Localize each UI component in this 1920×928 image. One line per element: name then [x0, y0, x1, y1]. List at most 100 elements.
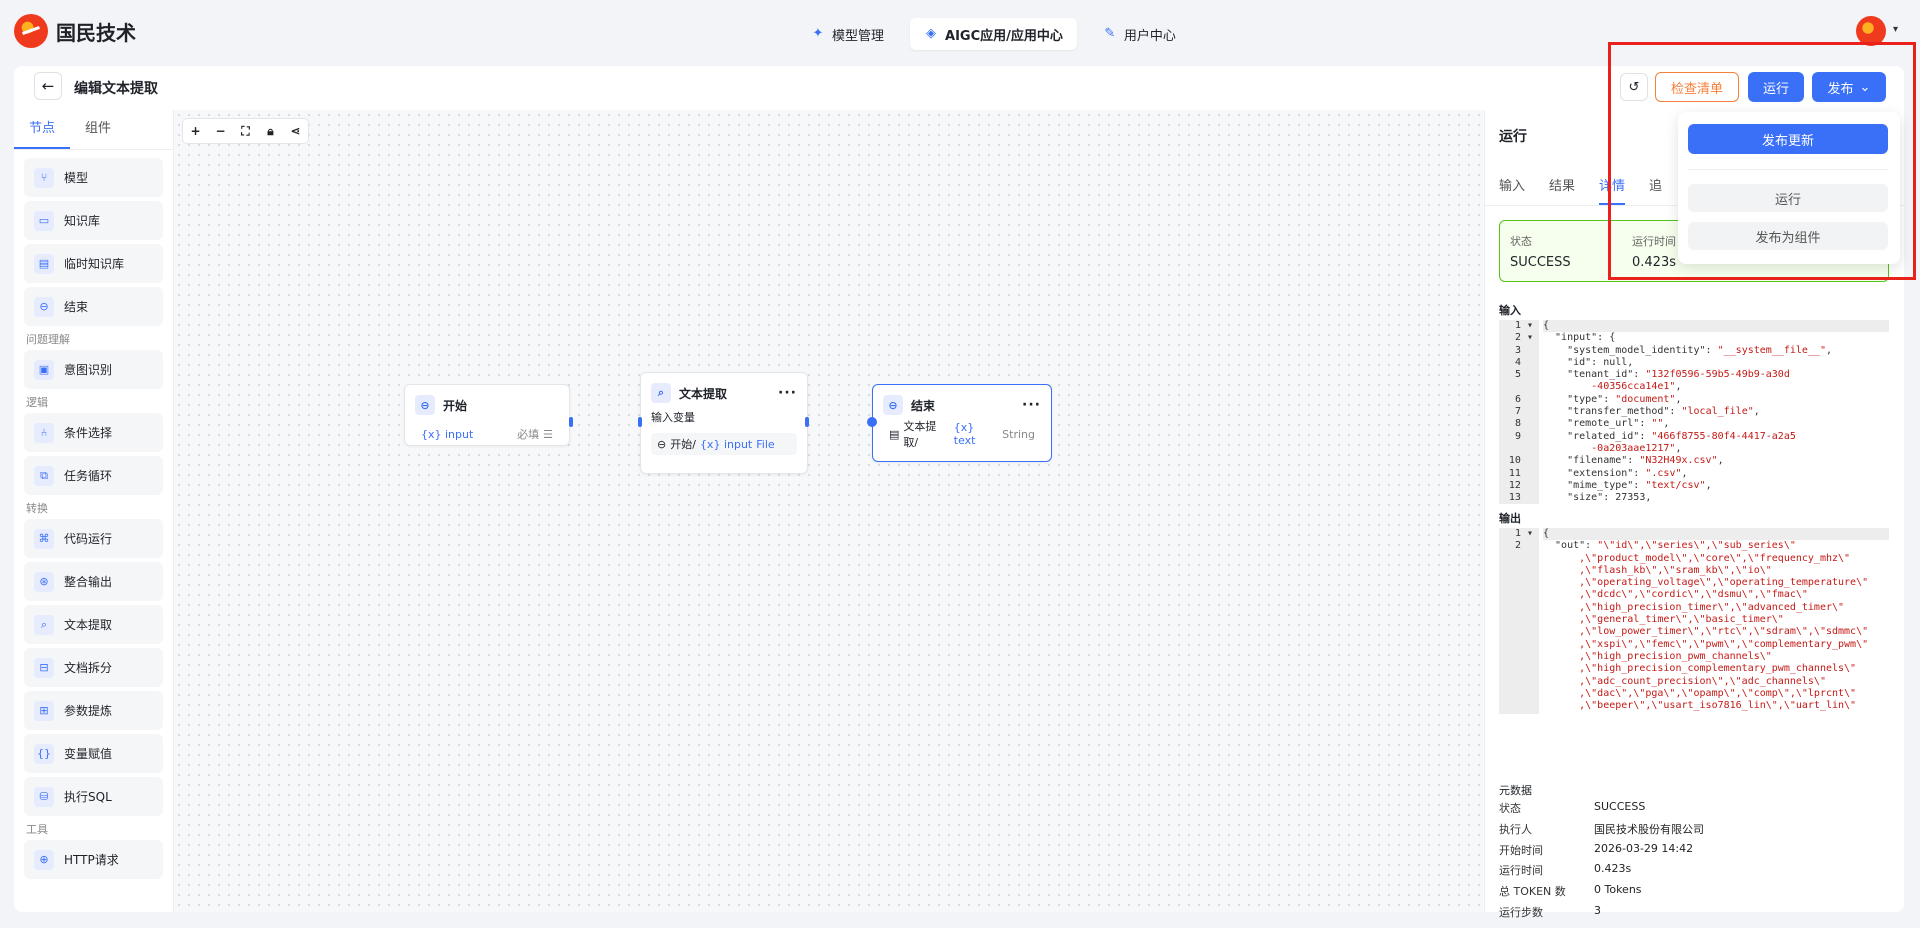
line-number — [1499, 626, 1533, 638]
list-icon: ☰ — [543, 427, 553, 441]
line-number — [1499, 663, 1533, 675]
input-port[interactable] — [867, 417, 877, 427]
code-line: "remote_url": "", — [1543, 418, 1670, 430]
code-line: { — [1543, 528, 1889, 541]
lock-icon[interactable]: 🔒︎ — [258, 119, 283, 143]
workflow-canvas[interactable]: + − ⛶ 🔒︎ ⋖ ⊖ 开始 {x} input 必填 ☰ ⌕ 文本提取 ··· 输… — [174, 110, 1484, 912]
zoom-in-icon[interactable]: + — [183, 119, 208, 143]
sidebar-item-param-extract[interactable]: ⊞ 参数提炼 — [24, 691, 163, 730]
line-number: 11 — [1508, 467, 1533, 479]
line-number — [1499, 577, 1533, 589]
document-search-icon: ⌕ — [34, 614, 54, 635]
group-label: 问题理解 — [26, 333, 70, 346]
sidebar-item-temp-knowledge[interactable]: ▤ 临时知识库 — [24, 244, 163, 283]
sidebar-item-model[interactable]: ⑂ 模型 — [24, 158, 163, 197]
input-json-viewer[interactable]: 1 ▾ 2 ▾ 3 4 5 6 7 8 9 10 11 12 13 { "input… — [1499, 320, 1889, 504]
line-number: 4 — [1514, 356, 1533, 368]
tab-input[interactable]: 输入 — [1499, 170, 1525, 205]
sidebar-item-loop[interactable]: ⧉ 任务循环 — [24, 456, 163, 495]
nav-tabs: ✦ 模型管理 ◈ AIGC应用/应用中心 ✎ 用户中心 — [797, 18, 1190, 50]
line-number — [1499, 639, 1533, 651]
code-line: -40356cca14e1", — [1543, 381, 1682, 393]
line-number — [1499, 602, 1533, 614]
meta-row: 总 TOKEN 数0 Tokens — [1499, 883, 1642, 899]
line-number: 2 — [1514, 540, 1533, 552]
sidebar-item-end[interactable]: ⊖ 结束 — [24, 287, 163, 326]
meta-row: 状态 SUCCESS — [1499, 800, 1646, 815]
nav-tab-aigc-apps[interactable]: ◈ AIGC应用/应用中心 — [910, 18, 1077, 50]
sidebar-item-http[interactable]: ⊕ HTTP请求 — [24, 840, 163, 879]
app-icon: ◈ — [926, 26, 937, 41]
more-icon[interactable]: ··· — [778, 385, 797, 401]
brand-logo[interactable]: 国民技术 — [14, 14, 136, 48]
temp-book-icon: ▤ — [34, 253, 54, 274]
code-line: "system_model_identity": "__system__file… — [1543, 344, 1833, 356]
code-line: ,\"flash_kb\",\"sram_kb\",\"io\" — [1543, 564, 1772, 576]
nav-tab-user-center[interactable]: ✎ 用户中心 — [1089, 18, 1190, 50]
line-number: 3 — [1514, 344, 1533, 356]
line-number — [1499, 565, 1533, 577]
code-line: ,\"xspi\",\"femc\",\"pwm\",\"complementa… — [1543, 638, 1869, 650]
tab-nodes[interactable]: 节点 — [14, 110, 70, 149]
canvas-toolbar: + − ⛶ 🔒︎ ⋖ — [182, 118, 309, 144]
tab-components[interactable]: 组件 — [70, 110, 126, 149]
nav-tab-models[interactable]: ✦ 模型管理 — [797, 18, 898, 50]
sidebar-item-sql[interactable]: ⛁ 执行SQL — [24, 777, 163, 816]
branch-icon: ⑃ — [34, 422, 54, 443]
merge-icon: ⊛ — [34, 571, 54, 592]
zoom-out-icon[interactable]: − — [208, 119, 233, 143]
line-number: 1 ▾ — [1514, 528, 1533, 539]
line-number: 13 — [1508, 492, 1533, 504]
meta-row: 运行步数 3 — [1499, 903, 1601, 919]
sidebar-item-text-extract[interactable]: ⌕ 文本提取 — [24, 605, 163, 644]
code-line: "extension": ".csv", — [1543, 467, 1688, 479]
fit-view-icon[interactable]: ⛶ — [233, 119, 258, 143]
code-line: ,\"operating_voltage\",\"operating_tempe… — [1543, 577, 1869, 589]
chevron-down-icon[interactable]: ▾ — [1893, 24, 1898, 35]
sidebar-item-condition[interactable]: ⑃ 条件选择 — [24, 413, 163, 452]
variable-icon: {} — [34, 743, 54, 764]
code-line: "id": null, — [1543, 356, 1634, 368]
more-icon[interactable]: ··· — [1022, 397, 1041, 413]
line-number — [1499, 676, 1533, 688]
line-number — [1499, 688, 1533, 700]
node-list: ⑂ 模型 ▭ 知识库 ▤ 临时知识库 ⊖ 结束 问题理解 ▣ 意图识别 逻辑 ⑃ 条件选择 … — [14, 150, 173, 879]
sidebar-item-knowledge[interactable]: ▭ 知识库 — [24, 201, 163, 240]
sidebar-item-merge[interactable]: ⊛ 整合输出 — [24, 562, 163, 601]
node-text-extract[interactable]: ⌕ 文本提取 ··· 输入变量 ⊖ 开始/ {x} input File — [638, 372, 809, 474]
highlight-annotation — [1608, 42, 1916, 280]
node-sidebar: 节点 组件 ⑂ 模型 ▭ 知识库 ▤ 临时知识库 ⊖ 结束 问题理解 ▣ 意图识别 逻辑 … — [14, 110, 174, 912]
group-label: 转换 — [26, 502, 48, 515]
arrow-left-icon: ← — [41, 77, 55, 95]
code-line: ,\"high_precision_pwm_channels\" — [1543, 650, 1772, 662]
share-icon[interactable]: ⋖ — [283, 119, 308, 143]
sidebar-item-var-assign[interactable]: {} 变量赋值 — [24, 734, 163, 773]
tab-result[interactable]: 结果 — [1549, 170, 1575, 205]
code-line: "mime_type": "text/csv", — [1543, 479, 1712, 491]
output-json-viewer[interactable]: 1 ▾ 2 { "out": "\"id\",\"series\",\"sub_s… — [1499, 528, 1889, 714]
sidebar-item-doc-split[interactable]: ⊟ 文档拆分 — [24, 648, 163, 687]
input-port[interactable] — [638, 417, 642, 427]
sidebar-item-code[interactable]: ⌘ 代码运行 — [24, 519, 163, 558]
code-line: "out": "\"id\",\"series\",\"sub_series\" — [1543, 540, 1796, 552]
database-icon: ⛁ — [34, 786, 54, 807]
end-icon: ⊖ — [34, 296, 54, 317]
code-line: "filename": "N32H49x.csv", — [1543, 455, 1724, 467]
line-number: 8 — [1514, 418, 1533, 430]
node-start[interactable]: ⊖ 开始 {x} input 必填 ☰ — [404, 384, 573, 446]
sidebar-item-intent[interactable]: ▣ 意图识别 — [24, 350, 163, 389]
line-number: 12 — [1508, 479, 1533, 491]
code-line: { — [1543, 320, 1889, 333]
back-button[interactable]: ← — [34, 72, 62, 100]
line-number — [1499, 553, 1533, 565]
loop-icon: ⧉ — [34, 465, 54, 486]
code-line: "size": 27353, — [1543, 492, 1652, 504]
node-end[interactable]: ⊖ 结束 ··· ▤ 文本提取/ {x} text String — [867, 384, 1052, 462]
code-line: -0a203aae1217", — [1543, 442, 1682, 454]
line-number — [1499, 651, 1533, 663]
output-port[interactable] — [805, 417, 809, 427]
code-line: ,\"dcdc\",\"cordic\",\"dsmu\",\"fmac\" — [1543, 589, 1808, 601]
output-port[interactable] — [569, 417, 573, 427]
code-line: "related_id": "466f8755-80f4-4417-a2a5 — [1543, 430, 1796, 442]
output-label: 输出 — [1499, 512, 1521, 525]
